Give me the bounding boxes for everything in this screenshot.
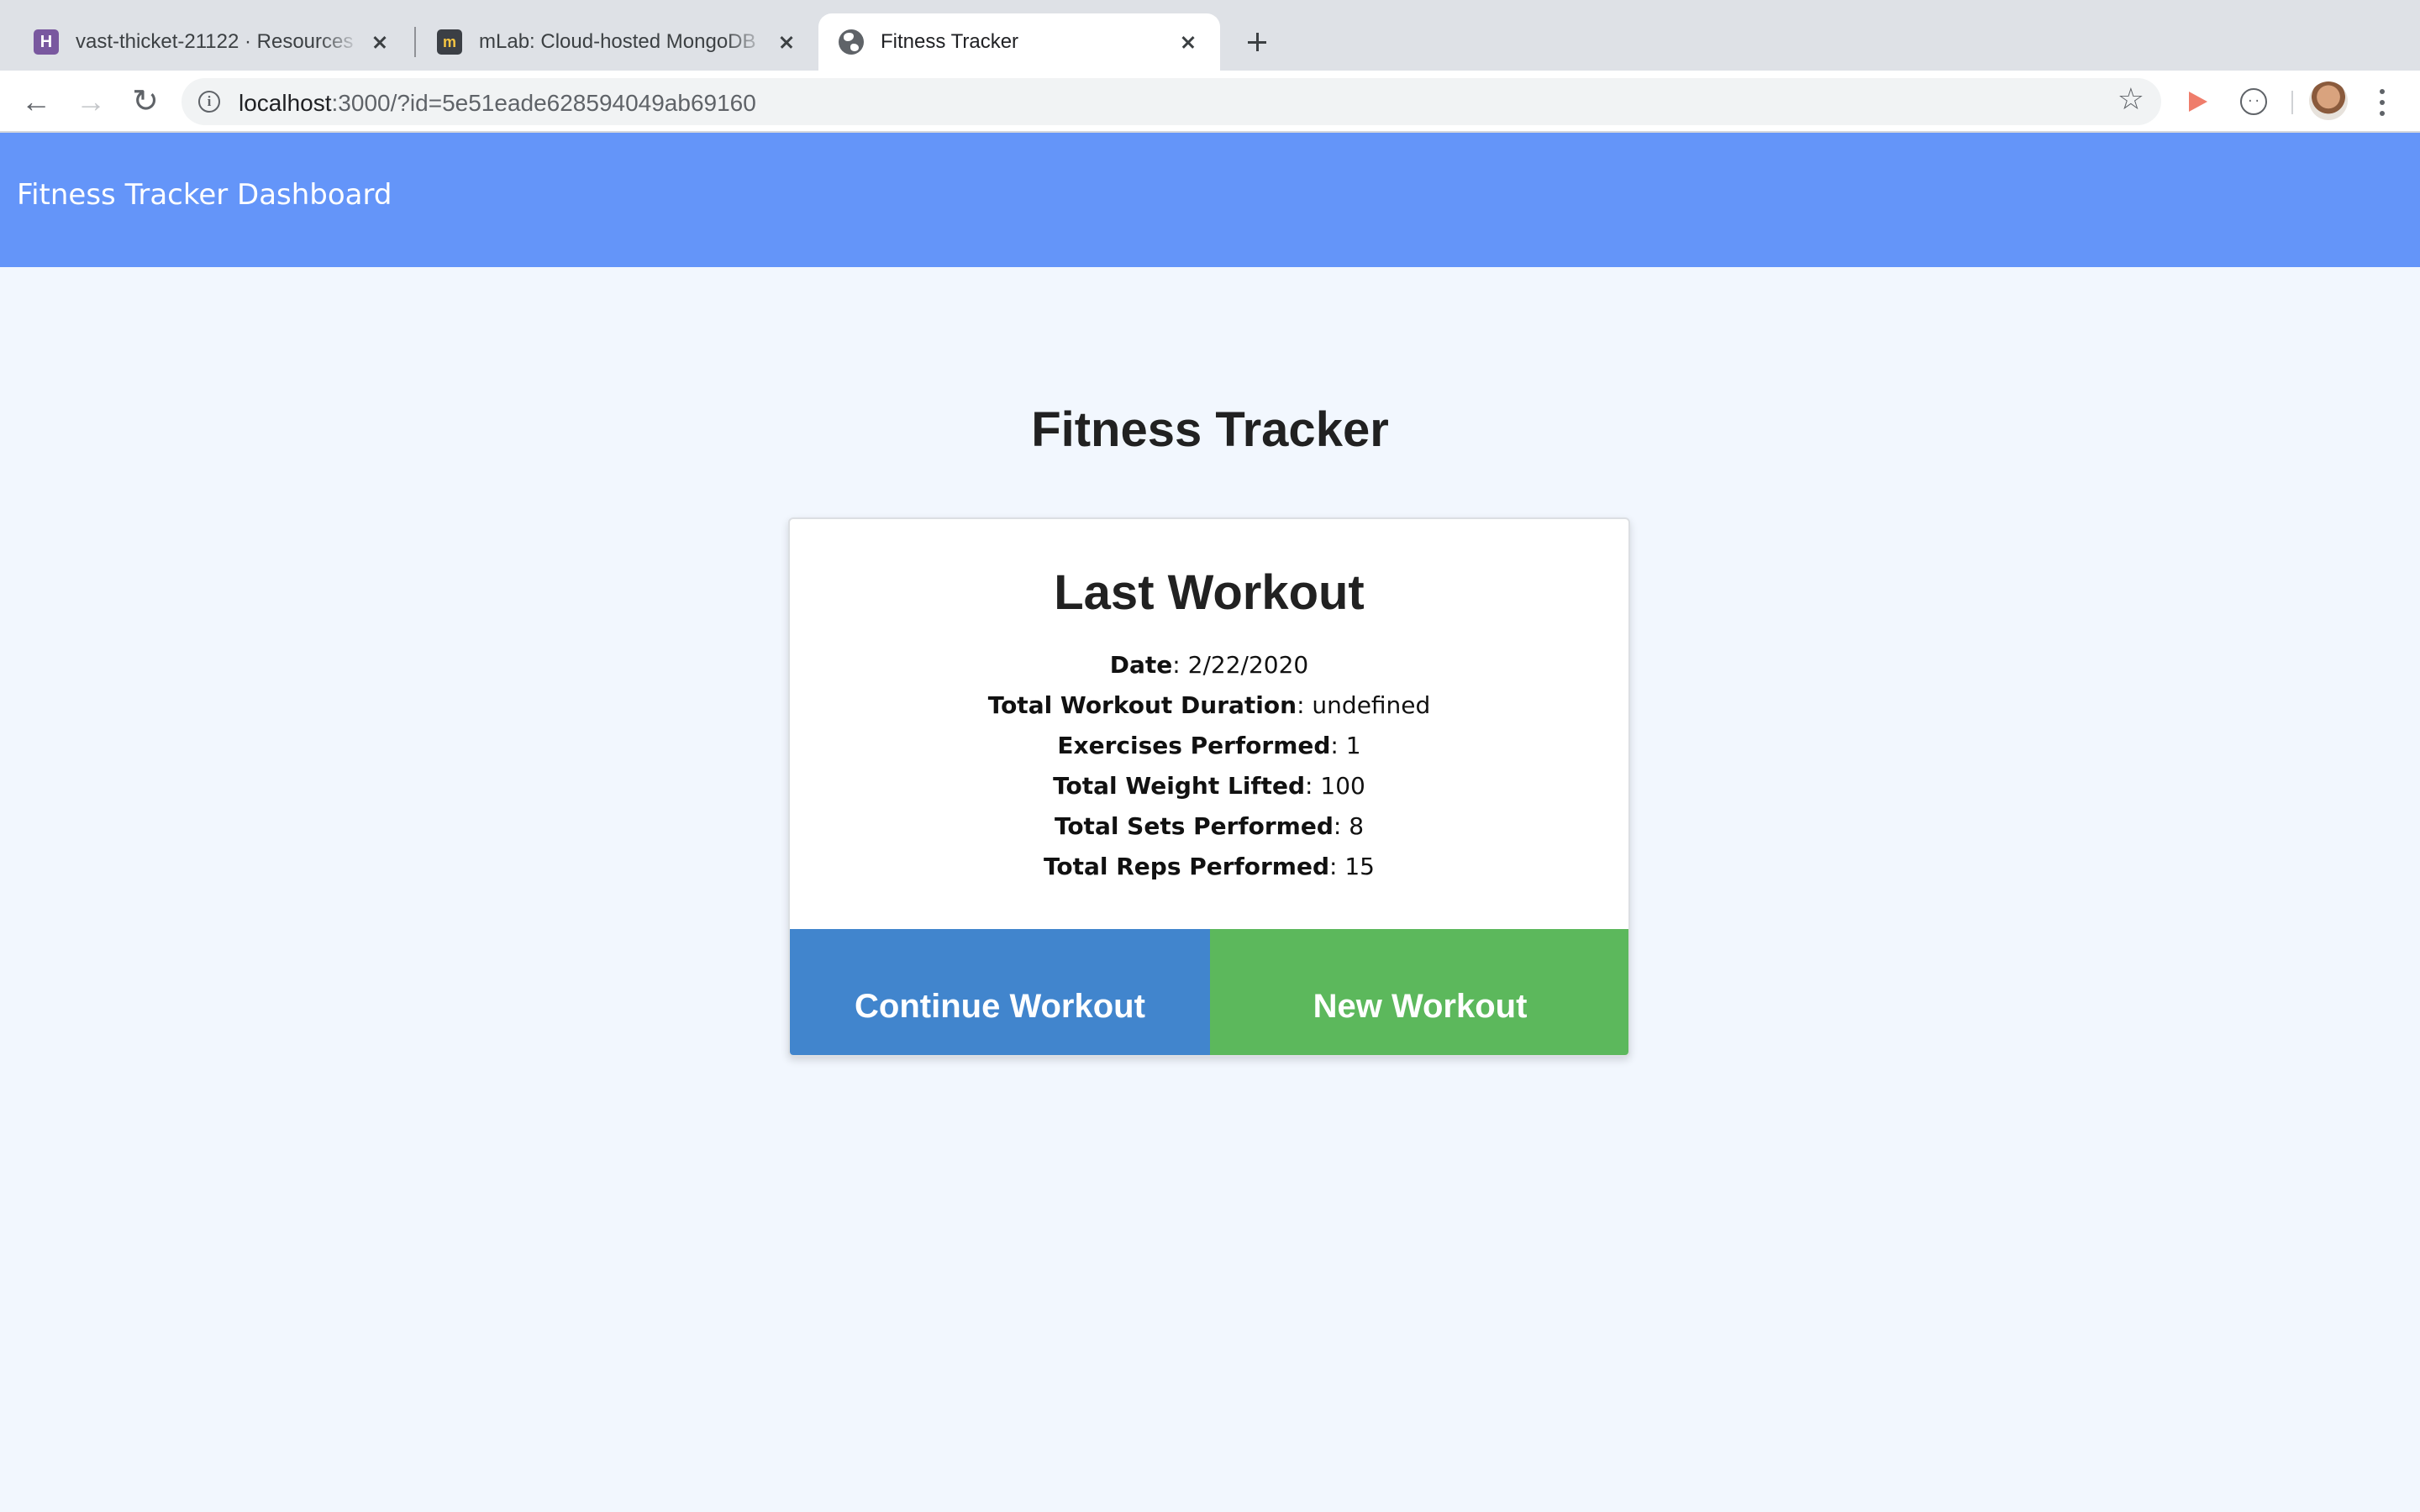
forward-arrow-icon[interactable]: →	[71, 82, 110, 121]
browser-tabstrip: H vast-thicket-21122 · Resources m mLab:…	[0, 0, 2420, 71]
last-workout-card: Last Workout Date: 2/22/2020 Total Worko…	[788, 517, 1630, 1057]
tab-title: Fitness Tracker	[881, 30, 1019, 53]
workout-stats: Date: 2/22/2020 Total Workout Duration: …	[790, 645, 1628, 887]
stat-exercises: Exercises Performed: 1	[1057, 732, 1361, 759]
profile-avatar[interactable]	[2309, 81, 2348, 120]
new-tab-plus-icon[interactable]	[1240, 25, 1274, 59]
browser-toolbar: ← → ↻ i localhost:3000/?id=5e51eade62859…	[0, 71, 2420, 133]
close-icon[interactable]	[773, 29, 800, 55]
stat-weight: Total Weight Lifted: 100	[1053, 772, 1365, 800]
bookmark-star-icon[interactable]: ☆	[2118, 84, 2144, 114]
mlab-icon: m	[437, 29, 462, 55]
back-arrow-icon[interactable]: ←	[17, 82, 55, 121]
navbar: Fitness Tracker Dashboard	[0, 133, 2420, 267]
heroku-icon: H	[34, 29, 59, 55]
close-icon[interactable]	[366, 29, 393, 55]
card-title: Last Workout	[1054, 565, 1365, 620]
reload-icon[interactable]: ↻	[126, 82, 165, 121]
globe-icon	[839, 29, 864, 55]
stat-reps: Total Reps Performed: 15	[1044, 853, 1375, 880]
browser-tab-fitness-tracker[interactable]: Fitness Tracker	[818, 13, 1220, 71]
extension-devtools-icon[interactable]: ··	[2235, 82, 2272, 121]
continue-workout-button[interactable]: Continue Workout	[790, 929, 1210, 1055]
url-text[interactable]: localhost:3000/?id=5e51eade628594049ab69…	[239, 90, 756, 117]
info-icon[interactable]: i	[198, 91, 220, 113]
page-title: Fitness Tracker	[1031, 402, 1389, 457]
browser-tab-heroku[interactable]: H vast-thicket-21122 · Resources	[0, 13, 412, 71]
tab-title: vast-thicket-21122 · Resources	[76, 30, 354, 53]
browser-tab-mlab[interactable]: m mLab: Cloud-hosted MongoDB	[417, 13, 818, 71]
stat-date: Date: 2/22/2020	[1109, 651, 1309, 679]
stat-sets: Total Sets Performed: 8	[1054, 812, 1365, 840]
extension-cast-icon[interactable]	[2180, 82, 2217, 121]
kebab-menu-icon[interactable]	[2370, 84, 2395, 121]
tab-title: mLab: Cloud-hosted MongoDB	[479, 30, 756, 53]
close-icon[interactable]	[1175, 29, 1202, 55]
navbar-brand[interactable]: Fitness Tracker Dashboard	[17, 178, 392, 212]
stat-duration: Total Workout Duration: undefined	[987, 691, 1431, 719]
tab-separator	[414, 27, 416, 57]
address-bar[interactable]: i localhost:3000/?id=5e51eade628594049ab…	[182, 78, 2161, 125]
toolbar-separator	[2291, 91, 2293, 114]
new-workout-button[interactable]: New Workout	[1210, 929, 1628, 1055]
